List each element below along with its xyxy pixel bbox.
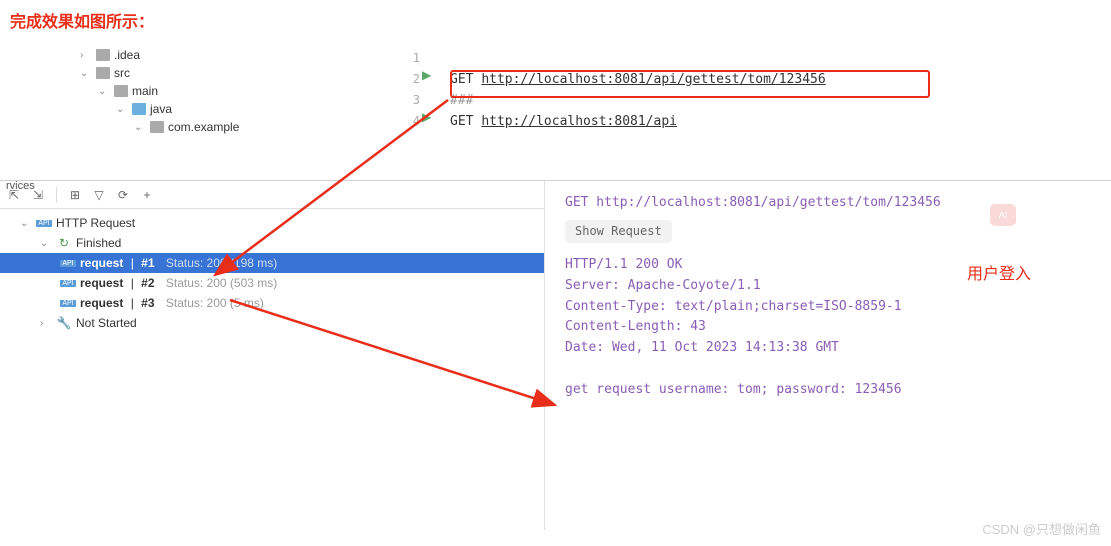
tree-label: main: [132, 84, 158, 98]
annotation-red-box: [450, 70, 930, 98]
tree-label: java: [150, 102, 172, 116]
response-header: Content-Type: text/plain;charset=ISO-885…: [565, 297, 1111, 318]
response-request-line: GET http://localhost:8081/api/gettest/to…: [565, 193, 1111, 214]
tree-node-idea[interactable]: › .idea: [80, 46, 390, 64]
api-icon: API: [60, 276, 76, 290]
tree-label: HTTP Request: [56, 216, 135, 230]
request-number: #3: [141, 296, 154, 310]
line-number: 3: [390, 90, 420, 111]
chevron-down-icon: ⌄: [116, 104, 128, 115]
chevron-down-icon: ⌄: [20, 218, 32, 229]
filter-button[interactable]: ▽: [91, 187, 107, 203]
tree-label: Not Started: [76, 316, 137, 330]
services-toolbar: ⇱ ⇲ ⊞ ▽ ⟳ +: [0, 181, 544, 209]
request-status: Status: 200 (503 ms): [166, 276, 277, 290]
http-method: GET: [450, 114, 473, 129]
show-request-button[interactable]: Show Request: [565, 220, 672, 243]
tree-label: .idea: [114, 48, 140, 62]
response-header: Date: Wed, 11 Oct 2023 14:13:38 GMT: [565, 338, 1111, 359]
finished-icon: ↻: [56, 236, 72, 250]
separator: [56, 187, 57, 203]
watermark: CSDN @只想做闲鱼: [982, 519, 1101, 538]
services-tab-label: rvices: [0, 178, 41, 194]
tree-node-main[interactable]: ⌄ main: [80, 82, 390, 100]
response-header: Content-Length: 43: [565, 317, 1111, 338]
request-label: request: [80, 276, 123, 290]
request-status: Status: 200 (198 ms): [166, 256, 277, 270]
tree-label: com.example: [168, 120, 239, 134]
request-label: request: [80, 256, 123, 270]
wrench-icon: 🔧: [56, 316, 72, 330]
api-icon: API: [36, 216, 52, 230]
request-number: #2: [141, 276, 154, 290]
request-item-1[interactable]: API request | #1 Status: 200 (198 ms): [0, 253, 544, 273]
chevron-right-icon: ›: [80, 50, 92, 61]
project-tree: › .idea ⌄ src ⌄ main ⌄ java ⌄ com.exampl…: [0, 40, 390, 180]
add-button[interactable]: +: [139, 187, 155, 203]
annotation-user-login: 用户登入: [967, 261, 1031, 287]
tree-node-package[interactable]: ⌄ com.example: [80, 118, 390, 136]
services-panel: ⇱ ⇲ ⊞ ▽ ⟳ + ⌄ API HTTP Request ⌄ ↻ Finis…: [0, 180, 1111, 530]
folder-icon: [132, 103, 146, 115]
api-icon: API: [60, 296, 76, 310]
request-number: #1: [141, 256, 154, 270]
chevron-down-icon: ⌄: [98, 86, 110, 97]
chevron-right-icon: ›: [40, 318, 52, 329]
tree-node-not-started[interactable]: › 🔧 Not Started: [0, 313, 544, 333]
grid-button[interactable]: ⊞: [67, 187, 83, 203]
run-gutter-icon[interactable]: ▶: [422, 110, 431, 124]
tree-node-http-request[interactable]: ⌄ API HTTP Request: [0, 213, 544, 233]
line-number: 2: [390, 69, 420, 90]
tree-label: Finished: [76, 236, 121, 250]
request-status: Status: 200 (5 ms): [166, 296, 264, 310]
response-pane: GET http://localhost:8081/api/gettest/to…: [545, 181, 1111, 530]
editor[interactable]: 1 2 3 4 ▶ ▶ GET http://localhost:8081/ap…: [390, 40, 1111, 180]
tree-node-src[interactable]: ⌄ src: [80, 64, 390, 82]
line-number: 4: [390, 111, 420, 132]
caption-text: 完成效果如图所示：: [0, 0, 1111, 40]
folder-icon: [114, 85, 128, 97]
folder-icon: [96, 67, 110, 79]
request-tree: ⌄ API HTTP Request ⌄ ↻ Finished API requ…: [0, 209, 544, 530]
services-left-pane: ⇱ ⇲ ⊞ ▽ ⟳ + ⌄ API HTTP Request ⌄ ↻ Finis…: [0, 181, 545, 530]
tree-node-finished[interactable]: ⌄ ↻ Finished: [0, 233, 544, 253]
chevron-down-icon: ⌄: [134, 122, 146, 133]
api-icon: API: [60, 256, 76, 270]
ai-badge-icon: AI: [990, 204, 1016, 226]
gutter: 1 2 3 4: [390, 48, 420, 132]
tree-label: src: [114, 66, 130, 80]
chevron-down-icon: ⌄: [80, 68, 92, 79]
folder-icon: [150, 121, 164, 133]
line-number: 1: [390, 48, 420, 69]
folder-icon: [96, 49, 110, 61]
request-item-2[interactable]: API request | #2 Status: 200 (503 ms): [0, 273, 544, 293]
run-gutter-icon[interactable]: ▶: [422, 68, 431, 82]
request-item-3[interactable]: API request | #3 Status: 200 (5 ms): [0, 293, 544, 313]
chevron-down-icon: ⌄: [40, 238, 52, 249]
request-label: request: [80, 296, 123, 310]
tree-node-java[interactable]: ⌄ java: [80, 100, 390, 118]
refresh-button[interactable]: ⟳: [115, 187, 131, 203]
request-url[interactable]: http://localhost:8081/api: [481, 114, 677, 129]
response-body: get request username: tom; password: 123…: [565, 380, 1111, 401]
